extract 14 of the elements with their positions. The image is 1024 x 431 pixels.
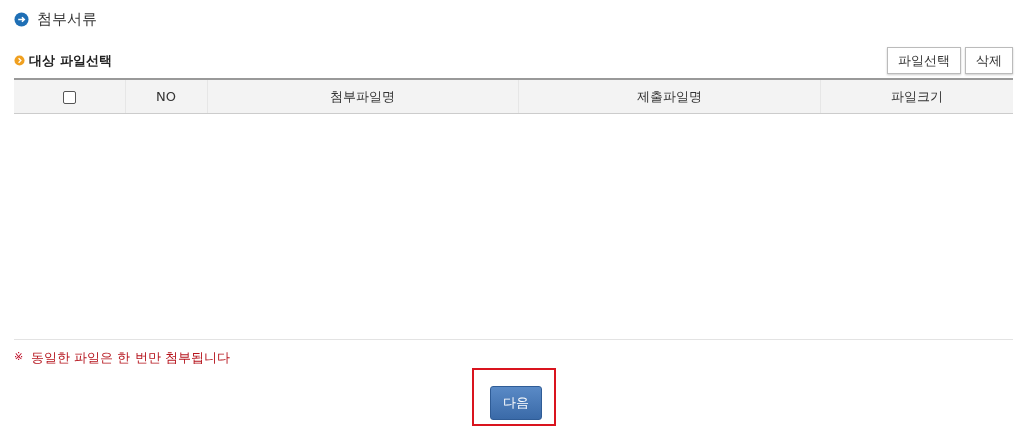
column-header: 파일크기 (890, 88, 943, 104)
notice-text: 동일한 파일은 한 번만 첨부됩니다 (31, 348, 230, 367)
select-all-checkbox[interactable] (62, 90, 76, 104)
column-header: 첨부파일명 (330, 88, 395, 104)
column-header: NO (156, 88, 176, 104)
note-mark: ※ (14, 349, 24, 365)
bullet-icon (14, 54, 25, 66)
section-heading: 대상 파일선택 (29, 51, 112, 70)
arrow-circle-icon (14, 11, 29, 27)
column-header: 제출파일명 (636, 88, 702, 104)
toolbar-button[interactable]: 파일선택 (887, 46, 961, 74)
next-button[interactable]: 다음 (489, 386, 542, 420)
page-title: 첨부서류 (37, 9, 97, 30)
toolbar-button[interactable]: 삭제 (965, 46, 1013, 74)
